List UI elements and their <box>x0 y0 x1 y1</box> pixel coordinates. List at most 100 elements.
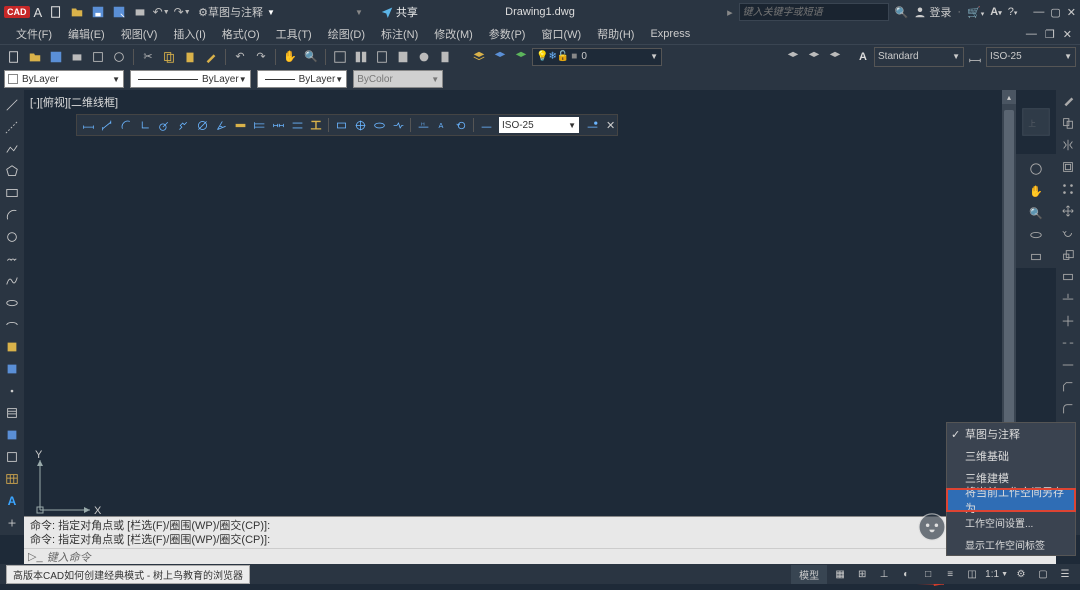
save-icon[interactable] <box>46 47 66 67</box>
dim-angular-icon[interactable] <box>212 116 230 134</box>
properties-icon[interactable] <box>330 47 350 67</box>
preview-icon[interactable] <box>88 47 108 67</box>
layer-combo[interactable]: 💡❄🔓■ 0 ▼ <box>532 48 662 66</box>
customize-icon[interactable]: ☰ <box>1056 565 1074 583</box>
help-icon[interactable]: ?▾ <box>1008 6 1018 18</box>
layer-manager-icon[interactable] <box>469 47 489 67</box>
publish-icon[interactable] <box>109 47 129 67</box>
menu-tools[interactable]: 工具(T) <box>268 26 320 42</box>
layer-make-icon[interactable] <box>783 47 803 67</box>
break-icon[interactable] <box>1056 332 1080 354</box>
chamfer-icon[interactable] <box>1056 376 1080 398</box>
pan-icon[interactable]: ✋ <box>280 47 300 67</box>
command-input[interactable]: ▷_ 键入命令 <box>24 548 1056 564</box>
arc-icon[interactable] <box>0 204 24 226</box>
dimstyle-combo[interactable]: ISO-25▼ <box>499 117 579 133</box>
menu-draw[interactable]: 绘图(D) <box>320 26 373 42</box>
dim-continue-icon[interactable] <box>269 116 287 134</box>
dim-arc-icon[interactable] <box>117 116 135 134</box>
menu-express[interactable]: Express <box>642 28 698 40</box>
ctx-saveas[interactable]: 将当前工作空间另存为... <box>947 489 1075 511</box>
save-icon[interactable] <box>88 2 108 22</box>
dimtedit-icon[interactable]: A <box>433 116 451 134</box>
ctx-3dbasic[interactable]: 三维基础 <box>947 445 1075 467</box>
markup-icon[interactable] <box>414 47 434 67</box>
login-button[interactable]: 登录 <box>914 4 951 20</box>
open-icon[interactable] <box>25 47 45 67</box>
sheet-icon[interactable] <box>393 47 413 67</box>
fillet-icon[interactable] <box>1056 398 1080 420</box>
doc-close-icon[interactable]: ✕ <box>1063 28 1072 41</box>
drawing-canvas[interactable]: [-][俯视][二维线框] 工 H A ISO <box>24 90 1016 535</box>
close-icon[interactable]: ✕ <box>1067 6 1076 19</box>
dim-baseline-icon[interactable] <box>250 116 268 134</box>
toolpalette-icon[interactable] <box>372 47 392 67</box>
menu-help[interactable]: 帮助(H) <box>589 26 642 42</box>
layer-iso-icon[interactable] <box>825 47 845 67</box>
grid-icon[interactable]: ▦ <box>831 565 849 583</box>
offset-icon[interactable] <box>1056 156 1080 178</box>
maximize-icon[interactable]: ▢ <box>1050 6 1060 19</box>
redo-icon[interactable]: ↷▼ <box>172 2 192 22</box>
search-input[interactable] <box>739 3 889 21</box>
dim-ordinate-icon[interactable] <box>136 116 154 134</box>
doc-minimize-icon[interactable]: ― <box>1026 28 1037 41</box>
dim-diameter-icon[interactable] <box>193 116 211 134</box>
toolbar-close-icon[interactable]: ✕ <box>606 119 615 132</box>
model-tab[interactable]: 模型 <box>791 565 827 584</box>
dim-radius-icon[interactable] <box>155 116 173 134</box>
point-icon[interactable] <box>0 380 24 402</box>
app-icon[interactable]: A▾ <box>990 6 1001 18</box>
iso-combo[interactable]: ISO-25▼ <box>986 47 1076 67</box>
osnap-icon[interactable]: □ <box>919 565 937 583</box>
centermark-icon[interactable] <box>351 116 369 134</box>
minimize-icon[interactable]: ― <box>1033 6 1044 19</box>
menu-insert[interactable]: 插入(I) <box>165 26 213 42</box>
dim-quick-icon[interactable] <box>231 116 249 134</box>
block-icon[interactable] <box>0 358 24 380</box>
undo-icon[interactable]: ↶ <box>230 47 250 67</box>
share-button[interactable]: 共享 <box>381 4 418 20</box>
plotstyle-combo[interactable]: ByColor▼ <box>353 70 443 88</box>
line-icon[interactable] <box>0 94 24 116</box>
calc-icon[interactable] <box>435 47 455 67</box>
paste-icon[interactable] <box>180 47 200 67</box>
open-icon[interactable] <box>67 2 87 22</box>
print-icon[interactable] <box>67 47 87 67</box>
zoom-extents-icon[interactable]: 🔍 <box>1029 202 1043 224</box>
ortho-icon[interactable]: ⊥ <box>875 565 893 583</box>
copy-obj-icon[interactable] <box>1056 112 1080 134</box>
redo-icon[interactable]: ↷ <box>251 47 271 67</box>
new-icon[interactable] <box>4 47 24 67</box>
textstyle-icon[interactable]: A <box>853 47 873 67</box>
pan-icon[interactable]: ✋ <box>1029 180 1043 202</box>
workspace-dropdown[interactable]: ⚙ 草图与注释 ▼ <box>198 4 275 20</box>
rectangle-icon[interactable] <box>0 182 24 204</box>
array-icon[interactable] <box>1056 178 1080 200</box>
layer-states-icon[interactable] <box>490 47 510 67</box>
fullnav-icon[interactable] <box>1029 158 1043 180</box>
insert-icon[interactable] <box>0 336 24 358</box>
maximize-vp-icon[interactable]: ▢ <box>1034 565 1052 583</box>
spline-icon[interactable] <box>0 270 24 292</box>
hatch-icon[interactable] <box>0 402 24 424</box>
menu-edit[interactable]: 编辑(E) <box>60 26 113 42</box>
gear-icon[interactable]: ⚙ <box>1012 565 1030 583</box>
dim-aligned-icon[interactable] <box>98 116 116 134</box>
polygon-icon[interactable] <box>0 160 24 182</box>
region-icon[interactable] <box>0 446 24 468</box>
scroll-up-icon[interactable]: ▴ <box>1002 90 1016 104</box>
chevron-right-icon[interactable]: ▸ <box>727 6 733 19</box>
search-icon[interactable]: 🔍 <box>895 6 909 19</box>
table-icon[interactable] <box>0 468 24 490</box>
saveas-icon[interactable] <box>109 2 129 22</box>
dim-break-icon[interactable]: 工 <box>307 116 325 134</box>
inspect-icon[interactable] <box>370 116 388 134</box>
snap-icon[interactable]: ⊞ <box>853 565 871 583</box>
menu-param[interactable]: 参数(P) <box>481 26 534 42</box>
viewport-label[interactable]: [-][俯视][二维线框] <box>30 94 118 110</box>
new-icon[interactable] <box>46 2 66 22</box>
doc-restore-icon[interactable]: ❐ <box>1045 28 1055 41</box>
scale-display[interactable]: 1:1▼ <box>985 569 1008 580</box>
copy-icon[interactable] <box>159 47 179 67</box>
